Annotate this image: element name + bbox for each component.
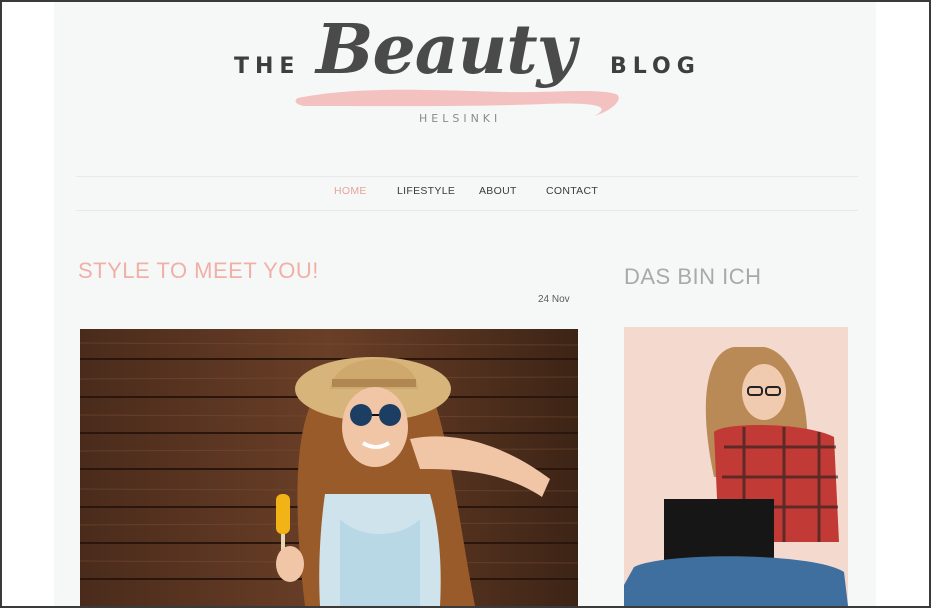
logo-word-beauty: Beauty <box>316 10 576 90</box>
site-logo[interactable]: THE Beauty BLOG HELSINKI <box>54 2 876 162</box>
blog-page: THE Beauty BLOG HELSINKI HOME LIFESTYLE … <box>54 2 876 606</box>
nav-item-home[interactable]: HOME <box>334 185 367 197</box>
nav-item-lifestyle[interactable]: LIFESTYLE <box>397 185 455 197</box>
post-title[interactable]: STYLE TO MEET YOU! <box>78 258 319 284</box>
nav-item-about[interactable]: ABOUT <box>479 185 517 197</box>
nav-item-contact[interactable]: CONTACT <box>546 185 598 197</box>
nav-top-divider <box>76 176 858 177</box>
sidebar-profile-image[interactable] <box>624 327 848 606</box>
woman-popsicle-photo <box>80 329 578 606</box>
logo-city: HELSINKI <box>419 112 502 125</box>
sidebar-title: DAS BIN ICH <box>624 264 762 289</box>
post-date: 24 Nov <box>538 294 570 305</box>
post-featured-image[interactable] <box>80 329 578 606</box>
logo-word-blog: BLOG <box>610 54 701 79</box>
logo-word-the: THE <box>234 54 301 79</box>
woman-laptop-photo <box>624 327 848 606</box>
browser-frame: THE Beauty BLOG HELSINKI HOME LIFESTYLE … <box>0 0 931 608</box>
nav-bottom-divider <box>76 210 858 211</box>
main-nav: HOME LIFESTYLE ABOUT CONTACT <box>54 185 876 203</box>
